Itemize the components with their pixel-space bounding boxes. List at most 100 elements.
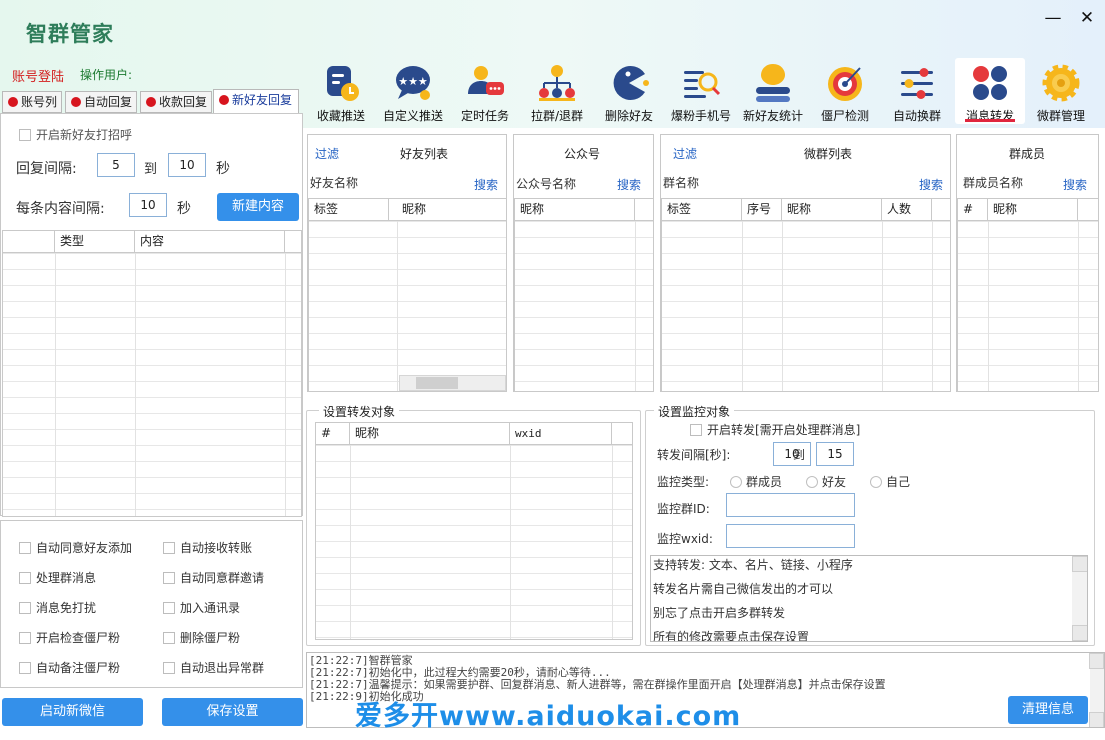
- column-member-count[interactable]: 人数: [882, 199, 932, 221]
- official-search-link[interactable]: 搜索: [617, 176, 641, 193]
- option-auto-receive-transfer[interactable]: 自动接收转账: [163, 539, 252, 556]
- new-content-button[interactable]: 新建内容: [217, 193, 299, 221]
- checkbox[interactable]: [163, 662, 175, 674]
- scroll-thumb[interactable]: [416, 377, 458, 389]
- option-do-not-disturb[interactable]: 消息免打扰: [19, 599, 96, 616]
- log-vscrollbar[interactable]: [1089, 653, 1104, 727]
- start-wechat-button[interactable]: 启动新微信: [2, 698, 143, 726]
- tab-payment-reply[interactable]: 收款回复: [140, 91, 212, 113]
- friends-search-link[interactable]: 搜索: [474, 176, 498, 193]
- column-number[interactable]: #: [958, 199, 988, 221]
- close-button[interactable]: ✕: [1076, 8, 1098, 28]
- tool-zombie-check[interactable]: 僵尸检测: [810, 58, 880, 124]
- option-check-zombie[interactable]: 开启检查僵尸粉: [19, 629, 120, 646]
- groups-filter-link[interactable]: 过滤: [673, 145, 697, 162]
- scroll-up-arrow-icon[interactable]: [1072, 556, 1087, 572]
- monitor-wxid-input[interactable]: [726, 524, 855, 548]
- members-search-link[interactable]: 搜索: [1063, 176, 1087, 193]
- list-search-icon: [680, 62, 722, 104]
- column-tag[interactable]: 标签: [309, 199, 389, 221]
- members-table[interactable]: # 昵称: [957, 198, 1099, 392]
- groups-table[interactable]: 标签 序号 昵称 人数: [661, 198, 951, 392]
- tool-pull-exit-group[interactable]: 拉群/退群: [522, 58, 592, 124]
- tab-new-friend-reply[interactable]: 新好友回复: [213, 89, 299, 113]
- account-login-label[interactable]: 账号登陆: [12, 66, 64, 85]
- friends-filter-link[interactable]: 过滤: [315, 145, 339, 162]
- checkbox[interactable]: [19, 662, 31, 674]
- reply-interval-to[interactable]: 10: [168, 153, 206, 177]
- checkbox[interactable]: [163, 632, 175, 644]
- tool-custom-push[interactable]: ★★★ 自定义推送: [378, 58, 448, 124]
- notes-vscrollbar[interactable]: [1072, 556, 1087, 641]
- target-icon: [824, 62, 866, 104]
- forward-target-table[interactable]: # 昵称 wxid: [315, 422, 633, 640]
- minimize-button[interactable]: —: [1042, 8, 1064, 28]
- option-handle-group-msg[interactable]: 处理群消息: [19, 569, 96, 586]
- groups-title: 微群列表: [804, 147, 853, 161]
- greet-checkbox[interactable]: [19, 129, 31, 141]
- radio[interactable]: [870, 476, 882, 488]
- radio[interactable]: [806, 476, 818, 488]
- option-remark-zombie[interactable]: 自动备注僵尸粉: [19, 659, 120, 676]
- type-radio-self[interactable]: 自己: [870, 473, 910, 490]
- enable-forward-toggle[interactable]: 开启转发[需开启处理群消息]: [690, 421, 860, 438]
- save-settings-button[interactable]: 保存设置: [162, 698, 303, 726]
- type-radio-friend[interactable]: 好友: [806, 473, 846, 490]
- monitor-group-id-input[interactable]: [726, 493, 855, 517]
- column-content[interactable]: 内容: [135, 231, 285, 253]
- tool-scheduled-task[interactable]: 定时任务: [450, 58, 520, 124]
- scroll-up-arrow-icon[interactable]: [1089, 653, 1104, 669]
- forward-interval-to[interactable]: 15: [816, 442, 854, 466]
- reply-interval-from[interactable]: 5: [97, 153, 135, 177]
- checkbox[interactable]: [19, 602, 31, 614]
- checkbox[interactable]: [163, 542, 175, 554]
- column-nickname[interactable]: 昵称: [988, 199, 1078, 221]
- note-line: 所有的修改需要点击保存设置: [653, 630, 810, 642]
- type-radio-member[interactable]: 群成员: [730, 473, 782, 490]
- forward-interval-label: 转发间隔[秒]:: [657, 448, 731, 462]
- column-nickname[interactable]: 昵称: [515, 199, 635, 221]
- reply-content-table[interactable]: 类型 内容: [2, 230, 302, 517]
- tool-delete-friend[interactable]: 删除好友: [594, 58, 664, 124]
- checkbox[interactable]: [163, 602, 175, 614]
- checkbox[interactable]: [19, 542, 31, 554]
- radio[interactable]: [730, 476, 742, 488]
- column-nickname[interactable]: 昵称: [350, 423, 510, 445]
- option-add-contacts[interactable]: 加入通讯录: [163, 599, 240, 616]
- option-exit-abnormal-group[interactable]: 自动退出异常群: [163, 659, 264, 676]
- forward-to-label: 到: [793, 448, 806, 462]
- column-nickname[interactable]: 昵称: [782, 199, 882, 221]
- column-index[interactable]: 序号: [742, 199, 782, 221]
- column-nickname[interactable]: 昵称: [397, 199, 506, 221]
- checkbox[interactable]: [19, 572, 31, 584]
- tool-auto-switch-group[interactable]: 自动换群: [882, 58, 952, 124]
- official-table[interactable]: 昵称: [514, 198, 654, 392]
- groups-search-link[interactable]: 搜索: [919, 176, 943, 193]
- monitor-notes-box[interactable]: 支持转发: 文本、名片、链接、小程序 转发名片需自己微信发出的才可以 别忘了点击…: [650, 555, 1088, 642]
- friends-hscrollbar[interactable]: [399, 375, 506, 391]
- column-wxid[interactable]: wxid: [510, 423, 612, 445]
- checkbox[interactable]: [163, 572, 175, 584]
- tool-collect-push[interactable]: 收藏推送: [306, 58, 376, 124]
- column-number[interactable]: #: [316, 423, 350, 445]
- forward-interval-from[interactable]: 10: [773, 442, 811, 466]
- option-delete-zombie[interactable]: 删除僵尸粉: [163, 629, 240, 646]
- scroll-down-arrow-icon[interactable]: [1072, 625, 1087, 641]
- option-auto-accept-group-invite[interactable]: 自动同意群邀请: [163, 569, 264, 586]
- column-type[interactable]: 类型: [55, 231, 135, 253]
- tab-auto-reply[interactable]: 自动回复: [65, 91, 137, 113]
- tool-phone-fans[interactable]: 爆粉手机号: [666, 58, 736, 124]
- scroll-down-arrow-icon[interactable]: [1089, 712, 1104, 727]
- friends-table[interactable]: 标签 昵称: [308, 198, 507, 392]
- column-tag[interactable]: 标签: [662, 199, 742, 221]
- clear-log-button[interactable]: 清理信息: [1008, 696, 1088, 724]
- tool-new-friend-stats[interactable]: 新好友统计: [738, 58, 808, 124]
- greet-toggle[interactable]: 开启新好友打招呼: [19, 126, 132, 143]
- enable-forward-checkbox[interactable]: [690, 424, 702, 436]
- checkbox[interactable]: [19, 632, 31, 644]
- tab-account-list[interactable]: 账号列: [2, 91, 62, 113]
- tool-group-manage[interactable]: 微群管理: [1026, 58, 1096, 124]
- option-auto-accept-friend[interactable]: 自动同意好友添加: [19, 539, 132, 556]
- tool-message-forward[interactable]: 消息转发: [955, 58, 1025, 124]
- content-interval-input[interactable]: 10: [129, 193, 167, 217]
